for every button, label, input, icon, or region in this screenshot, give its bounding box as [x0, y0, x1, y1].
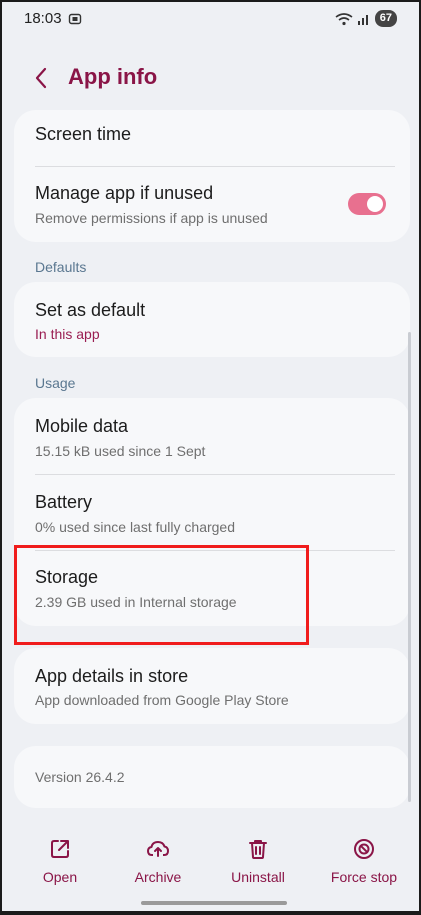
force-stop-label: Force stop	[330, 869, 398, 885]
app-details-item[interactable]: App details in store App downloaded from…	[14, 648, 410, 724]
page-title: App info	[68, 64, 158, 89]
usage-section-label: Usage	[35, 375, 76, 391]
manage-app-toggle[interactable]	[348, 193, 386, 215]
manage-app-subtitle: Remove permissions if app is unused	[35, 210, 268, 226]
stop-circle-icon	[354, 839, 374, 859]
uninstall-button[interactable]: Uninstall	[208, 827, 308, 889]
set-as-default-item[interactable]: Set as default In this app	[14, 282, 410, 357]
screen-time-title: Screen time	[35, 124, 132, 144]
scrollbar[interactable]	[408, 332, 411, 802]
mobile-data-title: Mobile data	[35, 416, 129, 436]
battery-indicator: 67	[374, 10, 397, 27]
archive-label: Archive	[134, 869, 182, 885]
status-icons: 67	[335, 10, 397, 27]
battery-subtitle: 0% used since last fully charged	[35, 519, 235, 535]
screenshot-icon	[68, 13, 82, 25]
trash-icon	[249, 840, 267, 859]
archive-button[interactable]: Archive	[108, 827, 208, 889]
bottom-action-bar: Open Archive Uninstall Force stop	[2, 827, 419, 897]
set-as-default-subtitle: In this app	[35, 326, 100, 342]
manage-app-item[interactable]: Manage app if unused Remove permissions …	[14, 167, 410, 242]
uninstall-label: Uninstall	[231, 869, 285, 885]
wifi-icon	[335, 12, 353, 25]
version-card: Version 26.4.2	[14, 746, 410, 808]
set-as-default-title: Set as default	[35, 300, 146, 320]
storage-title: Storage	[35, 567, 99, 587]
defaults-card: Set as default In this app	[14, 282, 410, 357]
open-label: Open	[42, 869, 78, 885]
storage-item[interactable]: Storage 2.39 GB used in Internal storage	[14, 551, 410, 626]
usage-card: Mobile data 15.15 kB used since 1 Sept B…	[14, 398, 410, 626]
home-indicator[interactable]	[141, 901, 287, 905]
header: App info	[2, 58, 419, 98]
app-details-title: App details in store	[35, 666, 189, 686]
open-button[interactable]: Open	[10, 827, 110, 889]
force-stop-button[interactable]: Force stop	[314, 827, 414, 889]
open-external-icon	[51, 840, 69, 858]
app-details-card: App details in store App downloaded from…	[14, 648, 410, 724]
mobile-data-item[interactable]: Mobile data 15.15 kB used since 1 Sept	[14, 398, 410, 474]
screen-time-item[interactable]: Screen time	[14, 110, 410, 166]
manage-app-title: Manage app if unused	[35, 183, 214, 203]
cloud-upload-icon	[147, 841, 169, 857]
battery-item[interactable]: Battery 0% used since last fully charged	[14, 475, 410, 550]
status-bar: 18:03 67	[2, 2, 419, 40]
back-icon[interactable]	[28, 64, 56, 92]
battery-title: Battery	[35, 492, 93, 512]
mobile-data-subtitle: 15.15 kB used since 1 Sept	[35, 443, 206, 459]
version-text: Version 26.4.2	[35, 769, 125, 785]
settings-card-general: Screen time Manage app if unused Remove …	[14, 110, 410, 242]
app-details-subtitle: App downloaded from Google Play Store	[35, 692, 289, 708]
status-time: 18:03	[24, 10, 62, 27]
storage-subtitle: 2.39 GB used in Internal storage	[35, 594, 237, 610]
app-info-screen: 18:03 67 App info Screen time Manage app…	[2, 2, 419, 911]
toggle-knob	[367, 196, 383, 212]
signal-icon	[357, 14, 368, 25]
defaults-section-label: Defaults	[35, 259, 87, 275]
